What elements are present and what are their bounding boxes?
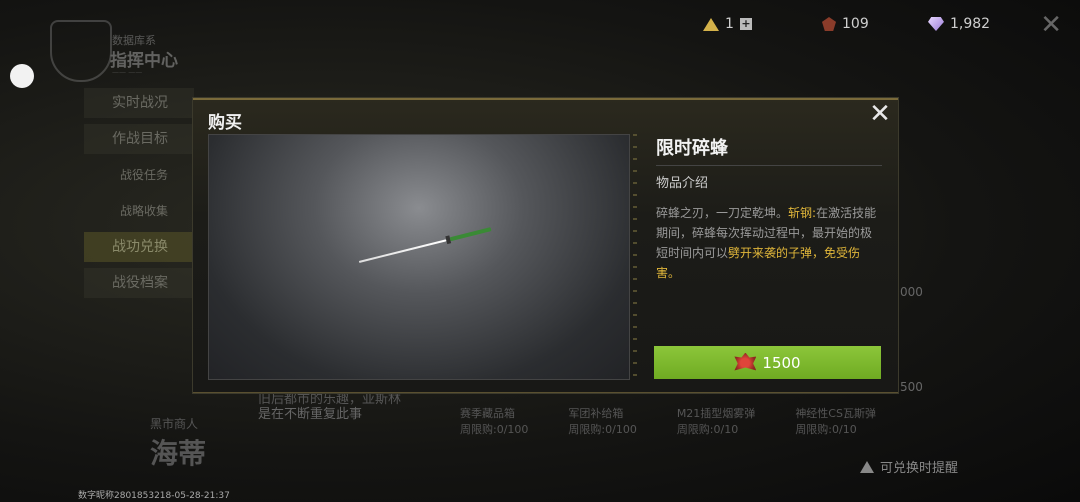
floating-assist-button[interactable] xyxy=(10,64,34,88)
card-limit: 周限购:0/100 xyxy=(568,423,637,436)
nav-item-live[interactable]: 实时战况 xyxy=(84,88,194,118)
token-count: 1 xyxy=(725,16,734,32)
desc-text: 。 xyxy=(668,266,681,280)
nav-label: 战功兑换 xyxy=(112,239,168,255)
nav-label: 作战目标 xyxy=(112,131,168,147)
add-token-button[interactable]: + xyxy=(739,18,752,30)
merit-badge-icon xyxy=(734,352,757,371)
merchant-name: 海蒂 xyxy=(150,437,207,470)
diamond-count: 1,982 xyxy=(950,16,991,32)
warning-triangle-icon xyxy=(860,460,874,473)
nav-item-collect[interactable]: 战略收集 xyxy=(84,196,194,226)
nav-item-archive[interactable]: 战役档案 xyxy=(84,268,194,298)
shop-card[interactable]: 赛季藏品箱周限购:0/100 xyxy=(460,405,528,437)
item-description: 碎蜂之刃，一刀定乾坤。斩钢:在激活技能期间，碎蜂每次挥动过程中，最开始的极短时间… xyxy=(656,203,882,283)
purchase-dialog: 购买 ✕ 限时碎蜂 物品介绍 碎蜂之刃，一刀定乾坤。斩钢:在激活技能期间，碎蜂每… xyxy=(193,98,898,393)
side-price: 000 xyxy=(900,285,923,299)
buy-button[interactable]: 1500 xyxy=(654,346,881,379)
logo-caption: —— —— xyxy=(112,68,143,76)
section-label: 物品介绍 xyxy=(656,176,709,191)
player-uid: 数字昵称2801853218-05-28-21:37 xyxy=(78,491,230,501)
side-price: 500 xyxy=(900,380,923,394)
merit-count: 109 xyxy=(842,16,869,32)
item-info: 限时碎蜂 物品介绍 碎蜂之刃，一刀定乾坤。斩钢:在激活技能期间，碎蜂每次挥动过程… xyxy=(656,134,882,283)
card-limit: 周限购:0/100 xyxy=(460,423,529,436)
desc-text: 碎蜂之刃，一刀定乾坤。 xyxy=(656,206,789,220)
card-title: 赛季藏品箱 xyxy=(460,407,515,420)
card-limit: 周限购:0/10 xyxy=(676,423,739,436)
card-title: 军团补给箱 xyxy=(568,407,624,420)
nav-label: 战略收集 xyxy=(120,204,169,218)
item-name: 限时碎蜂 xyxy=(656,134,882,166)
currency-bar: 1 + 109 1,982 xyxy=(700,14,1080,38)
shop-card[interactable]: 军团补给箱周限购:0/100 xyxy=(568,405,636,437)
skill-name: 斩钢: xyxy=(788,206,817,220)
card-title: M21插型烟雾弹 xyxy=(676,407,756,420)
side-nav: 实时战况 作战目标 战役任务 战略收集 战功兑换 战役档案 xyxy=(84,88,194,304)
katana-hilt xyxy=(449,227,492,242)
card-title: 神经性CS瓦斯弹 xyxy=(795,407,876,420)
nav-label: 战役档案 xyxy=(112,275,168,291)
emblem-icon xyxy=(50,20,112,82)
nav-label: 战役任务 xyxy=(120,168,169,182)
divider xyxy=(633,134,637,378)
nav-item-objectives[interactable]: 作战目标 xyxy=(84,124,194,154)
currency-diamond: 1,982 xyxy=(928,16,990,32)
dialog-title: 购买 xyxy=(208,113,242,133)
merchant-label: 黑市商人 xyxy=(150,417,199,431)
command-center-logo: 数据库系 指挥中心 —— —— xyxy=(50,20,180,82)
shop-card[interactable]: M21插型烟雾弹 周限购:0/10 xyxy=(677,405,756,437)
nav-item-missions[interactable]: 战役任务 xyxy=(84,160,194,190)
price-label: 1500 xyxy=(762,353,801,372)
npc-dialog-2: 是在不断重复此事 xyxy=(258,407,363,422)
notify-label: 可兑换时提醒 xyxy=(880,461,959,476)
currency-merit: 109 xyxy=(822,16,869,32)
diamond-icon xyxy=(928,17,944,31)
item-preview xyxy=(208,134,630,380)
merit-badge-icon xyxy=(822,17,836,31)
card-limit: 周限购:0/10 xyxy=(795,423,857,436)
nav-item-exchange[interactable]: 战功兑换 xyxy=(84,232,194,262)
shop-card[interactable]: 神经性CS瓦斯弹 周限购:0/10 xyxy=(795,405,876,437)
currency-token: 1 + xyxy=(703,16,752,32)
katana-blade xyxy=(358,239,447,263)
katana-image xyxy=(358,226,496,264)
triangle-token-icon xyxy=(703,17,719,31)
close-icon[interactable]: ✕ xyxy=(868,101,892,127)
close-icon[interactable]: ✕ xyxy=(1040,10,1062,40)
notify-toggle[interactable]: 可兑换时提醒 xyxy=(860,457,958,476)
shop-cards: 赛季藏品箱 周限购:0/100 军团补给箱 周限购:0/100 M21插型烟雾弹 周限… xyxy=(460,405,876,437)
nav-label: 实时战况 xyxy=(112,95,168,111)
